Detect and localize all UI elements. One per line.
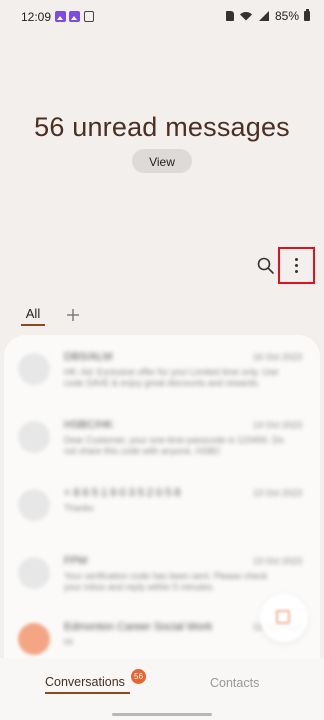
contact-avatar-icon [18, 353, 50, 385]
conversation-date: 13 Oct 2023 [252, 556, 302, 566]
conversation-name: FPM [64, 555, 88, 567]
signal-icon [258, 11, 269, 21]
compose-icon [276, 610, 290, 624]
conversation-preview: Your verification code has been sent. Pl… [64, 571, 268, 592]
conversation-preview: Dear Customer, your one-time passcode is… [64, 435, 284, 456]
conversation-date: 13 Oct 2023 [252, 488, 302, 498]
conversation-preview: Hi [64, 637, 73, 647]
view-button[interactable]: View [132, 149, 192, 173]
conversation-preview: Thanks [64, 503, 94, 513]
conversation-preview: HK: Ad: Exclusive offer for you! Limited… [64, 367, 279, 388]
gallery-notification-icon [69, 11, 80, 22]
conversation-row[interactable]: HSBC/HK 14 Oct 2023 Dear Customer, your … [4, 405, 320, 467]
unread-messages-title: 56 unread messages [34, 112, 290, 142]
conversation-name: Edmonton Career Social Work [64, 621, 213, 633]
search-icon [257, 257, 274, 274]
plus-icon [67, 309, 79, 321]
conversation-name: HSBC/HK [64, 419, 113, 431]
conversation-name: DBS/ALM [64, 351, 113, 363]
tab-contacts[interactable]: Contacts [210, 676, 259, 690]
add-category-button[interactable] [64, 306, 82, 324]
conversation-row[interactable]: DBS/ALM 16 Oct 2023 HK: Ad: Exclusive of… [4, 337, 320, 399]
more-options-button[interactable] [278, 247, 315, 284]
battery-percentage: 85% [274, 9, 299, 23]
conversation-name: + 8 6 5 1 9 0 3 5 2 0 5 8 [64, 487, 181, 499]
home-indicator[interactable] [112, 713, 212, 716]
contact-avatar-icon [18, 623, 50, 655]
unread-count-badge: 56 [131, 669, 146, 684]
tab-conversations-indicator [45, 692, 130, 694]
gallery-notification-icon [55, 11, 66, 22]
conversation-date: 14 Oct 2023 [252, 420, 302, 430]
status-right: 85% [225, 9, 310, 23]
search-button[interactable] [255, 255, 277, 277]
battery-icon [304, 9, 310, 21]
contact-avatar-icon [18, 421, 50, 453]
conversation-row[interactable]: FPM 13 Oct 2023 Your verification code h… [4, 541, 320, 603]
document-notification-icon [84, 11, 94, 22]
tab-conversations[interactable]: Conversations [45, 675, 125, 689]
conversation-row[interactable]: + 8 6 5 1 9 0 3 5 2 0 5 8 13 Oct 2023 Th… [4, 473, 320, 535]
wifi-icon [239, 12, 252, 21]
sim-icon [225, 11, 234, 21]
more-vertical-icon [295, 258, 298, 273]
tab-all[interactable]: All [21, 306, 45, 321]
conversation-date: 16 Oct 2023 [252, 352, 302, 362]
status-time: 12:09 [21, 10, 52, 24]
bottom-navigation: Conversations 56 Contacts [0, 658, 324, 720]
compose-button[interactable] [260, 594, 308, 642]
contact-avatar-icon [18, 557, 50, 589]
tab-all-indicator [21, 324, 45, 326]
contact-avatar-icon [18, 489, 50, 521]
status-bar: 12:09 85% [0, 0, 324, 32]
